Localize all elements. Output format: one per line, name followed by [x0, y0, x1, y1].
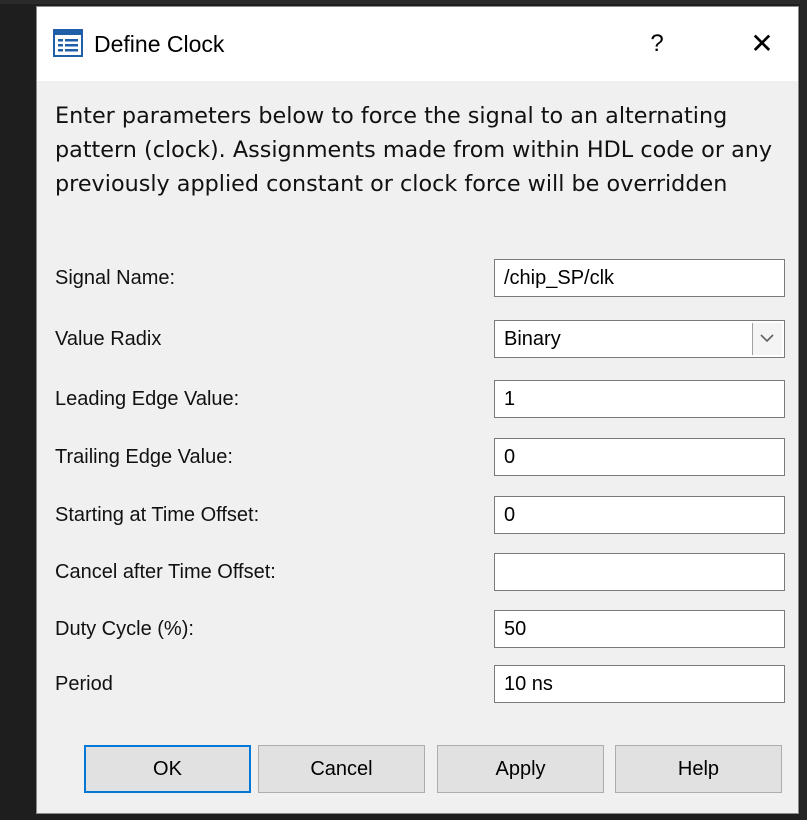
chevron-down-icon[interactable]: [752, 323, 782, 355]
leading-edge-field[interactable]: 1: [494, 380, 785, 418]
start-offset-field[interactable]: 0: [494, 496, 785, 534]
trailing-edge-field[interactable]: 0: [494, 438, 785, 476]
duty-cycle-label: Duty Cycle (%):: [55, 618, 194, 640]
period-field[interactable]: 10 ns: [494, 665, 785, 703]
value-radix-label: Value Radix: [55, 328, 162, 350]
value-radix-select[interactable]: Binary: [494, 320, 785, 358]
backdrop: [0, 0, 807, 4]
cancel-offset-field[interactable]: [494, 553, 785, 591]
cancel-offset-label: Cancel after Time Offset:: [55, 561, 276, 583]
duty-cycle-field[interactable]: 50: [494, 610, 785, 648]
dialog-description: Enter parameters below to force the sign…: [55, 103, 773, 197]
apply-button[interactable]: Apply: [437, 745, 604, 793]
help-button[interactable]: Help: [615, 745, 782, 793]
period-label: Period: [55, 673, 113, 695]
dialog-title: Define Clock: [94, 31, 225, 57]
define-clock-dialog: Define Clock ? ✕ Enter parameters below …: [36, 6, 799, 814]
title-bar[interactable]: Define Clock ? ✕: [37, 7, 798, 81]
value-radix-selected: Binary: [504, 328, 561, 350]
form-icon: [53, 29, 83, 57]
help-icon[interactable]: ?: [629, 22, 685, 66]
trailing-edge-label: Trailing Edge Value:: [55, 446, 233, 468]
signal-name-label: Signal Name:: [55, 267, 176, 289]
backdrop-edge: [800, 0, 807, 820]
cancel-button[interactable]: Cancel: [258, 745, 425, 793]
leading-edge-label: Leading Edge Value:: [55, 388, 240, 410]
signal-name-field[interactable]: /chip_SP/clk: [494, 259, 785, 297]
start-offset-label: Starting at Time Offset:: [55, 504, 260, 526]
ok-button[interactable]: OK: [84, 745, 251, 793]
close-icon[interactable]: ✕: [732, 22, 792, 66]
